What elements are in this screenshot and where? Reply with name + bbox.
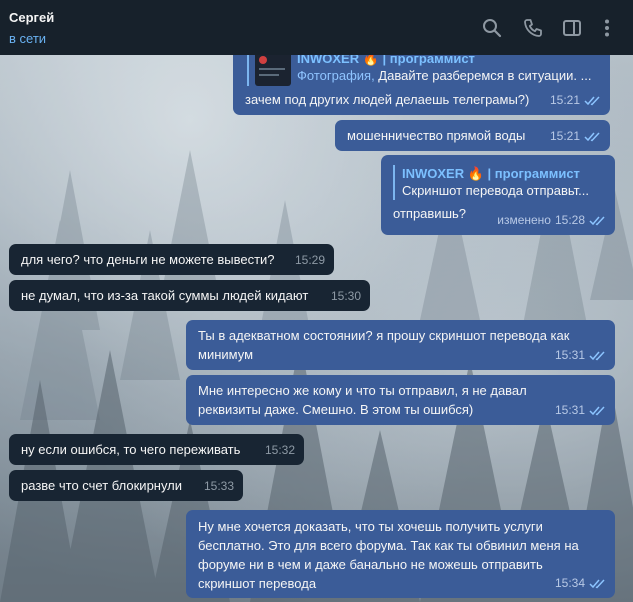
message-text: зачем под других людей делаешь телеграмы… xyxy=(245,92,530,107)
message-incoming[interactable]: разве что счет блокирнули 15:33 xyxy=(9,470,243,501)
message-meta: 15:21 xyxy=(550,91,601,110)
reply-thumbnail xyxy=(255,50,291,86)
chat-header: Сергей в сети xyxy=(0,0,633,55)
message-time: 15:33 xyxy=(203,479,234,493)
contact-status: в сети xyxy=(9,31,47,46)
reply-author: INWOXER 🔥 | программист xyxy=(402,166,580,181)
message-meta: 15:31 xyxy=(555,401,606,420)
message-incoming[interactable]: ну если ошибся, то чего переживать 15:32 xyxy=(9,434,304,465)
message-text: для чего? что деньги не можете вывести? xyxy=(21,252,275,267)
message-time: 15:21 xyxy=(549,93,580,107)
message-text: Ну мне хочется доказать, что ты хочешь п… xyxy=(198,519,583,591)
more-vertical-icon[interactable] xyxy=(596,17,618,39)
reply-preview[interactable]: INWOXER 🔥 | программист Скриншот перевод… xyxy=(393,165,605,200)
message-outgoing[interactable]: мошенничество прямой воды 15:21 xyxy=(335,120,610,151)
reply-preview: Фотография, Давайте разберемся в ситуаци… xyxy=(297,67,597,85)
message-incoming[interactable]: не думал, что из-за такой суммы людей ки… xyxy=(9,280,370,311)
message-time: 15:30 xyxy=(330,289,361,303)
message-outgoing[interactable]: INWOXER 🔥 | программист Скриншот перевод… xyxy=(381,155,615,235)
message-time: 15:32 xyxy=(264,443,295,457)
sidebar-toggle-icon[interactable] xyxy=(561,17,583,39)
message-text: Мне интересно же кому и что ты отправил,… xyxy=(198,383,531,417)
double-check-icon xyxy=(589,579,605,589)
message-text: ну если ошибся, то чего переживать xyxy=(21,442,241,457)
message-time: 15:21 xyxy=(549,129,580,143)
message-meta: 15:33 xyxy=(204,477,234,496)
message-outgoing[interactable]: Ты в адекватном состоянии? я прошу скрин… xyxy=(186,320,615,370)
message-meta: 15:34 xyxy=(555,574,606,593)
message-text: не думал, что из-за такой суммы людей ки… xyxy=(21,288,309,303)
message-meta: 15:31 xyxy=(555,346,606,365)
message-outgoing[interactable]: Ну мне хочется доказать, что ты хочешь п… xyxy=(186,510,615,598)
message-time: 15:34 xyxy=(554,576,585,590)
message-meta: 15:32 xyxy=(265,441,295,460)
message-meta: 15:21 xyxy=(550,127,601,146)
message-meta: 15:29 xyxy=(295,251,325,270)
message-meta: изменено 15:28 xyxy=(497,211,606,230)
contact-name[interactable]: Сергей xyxy=(9,10,54,25)
search-icon[interactable] xyxy=(481,17,503,39)
message-meta: 15:30 xyxy=(331,287,361,306)
reply-bar xyxy=(247,50,249,86)
edited-label: изменено xyxy=(497,213,551,227)
phone-icon[interactable] xyxy=(522,17,544,39)
message-time: 15:29 xyxy=(294,253,325,267)
double-check-icon xyxy=(584,96,600,106)
message-text: Ты в адекватном состоянии? я прошу скрин… xyxy=(198,328,574,362)
double-check-icon xyxy=(584,132,600,142)
message-time: 15:28 xyxy=(554,213,585,227)
message-time: 15:31 xyxy=(554,403,585,417)
reply-kind: Фотография, xyxy=(297,68,375,83)
double-check-icon xyxy=(589,406,605,416)
message-outgoing[interactable]: Мне интересно же кому и что ты отправил,… xyxy=(186,375,615,425)
message-time: 15:31 xyxy=(554,348,585,362)
reply-text: Давайте разберемся в ситуации. ... xyxy=(374,68,592,83)
reply-text: Скриншот перевода отправьт... xyxy=(402,183,589,198)
double-check-icon xyxy=(589,216,605,226)
double-check-icon xyxy=(589,351,605,361)
message-incoming[interactable]: для чего? что деньги не можете вывести? … xyxy=(9,244,334,275)
message-text: разве что счет блокирнули xyxy=(21,478,183,493)
